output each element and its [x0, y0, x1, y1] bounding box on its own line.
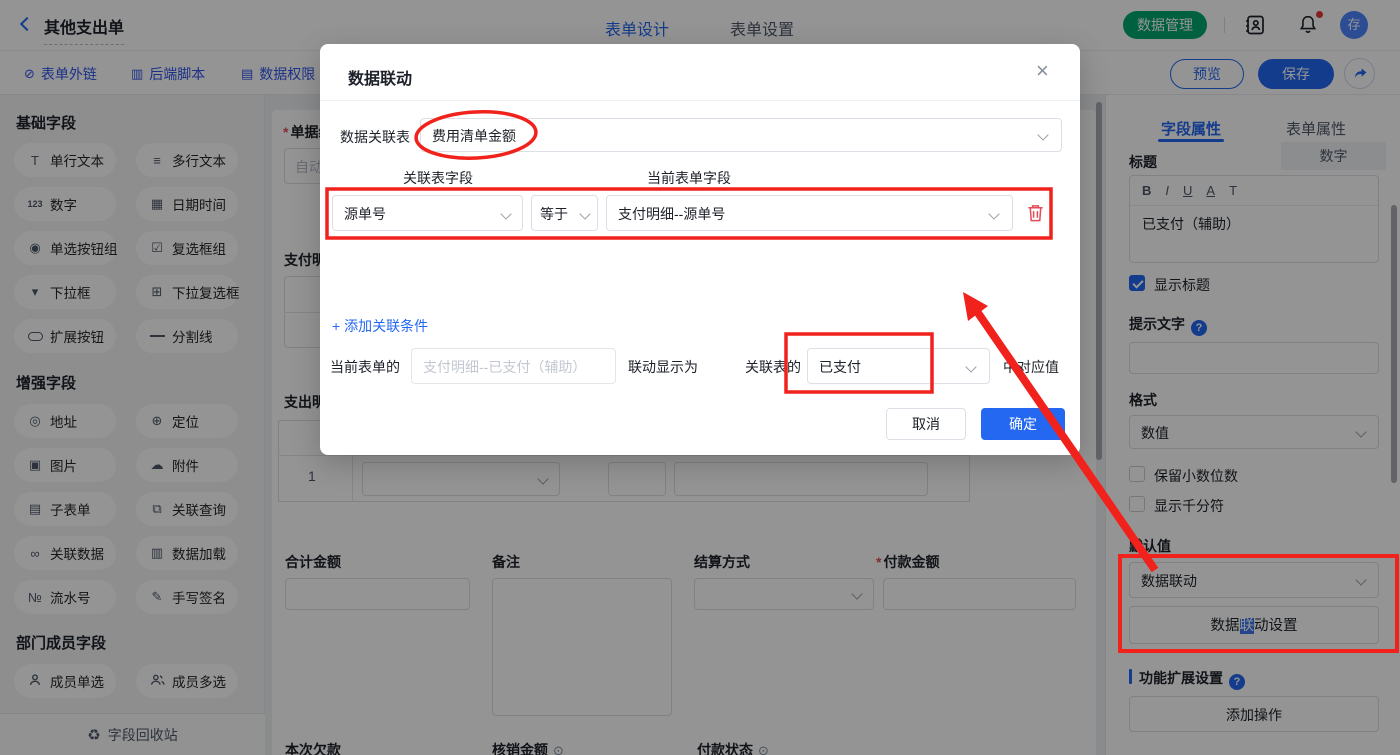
rel-table-select[interactable]: 费用清单金额 — [420, 118, 1062, 152]
cancel-button[interactable]: 取消 — [886, 408, 966, 440]
modal-title: 数据联动 — [348, 71, 413, 88]
rel-table-value: 费用清单金额 — [432, 128, 516, 144]
delete-condition-icon[interactable] — [1026, 203, 1045, 226]
add-condition-link[interactable]: + 添加关联条件 — [332, 316, 428, 336]
rel-table-of-label: 关联表的 — [745, 359, 801, 375]
corresponding-value-label: 中对应值 — [1003, 359, 1059, 375]
form-designer-app: 其他支出单 表单设计 表单设置 数据管理 存 ⊘ 表单外链 ▥ 后端脚本 ▤ 数… — [0, 0, 1400, 755]
column-header-rel-field: 关联表字段 — [403, 170, 473, 186]
close-icon[interactable]: × — [1036, 60, 1049, 82]
current-form-field-input: 支付明细--已支付（辅助） — [411, 348, 616, 384]
data-linkage-modal: 数据联动 × 数据关联表 费用清单金额 关联表字段 当前表单字段 源单号 等于 … — [320, 44, 1080, 455]
current-form-of-label: 当前表单的 — [330, 359, 400, 375]
condition-field-select[interactable]: 源单号 — [332, 195, 523, 231]
condition-target-select[interactable]: 支付明细--源单号 — [606, 195, 1013, 231]
rel-table-label: 数据关联表 — [340, 129, 410, 145]
column-header-current-field: 当前表单字段 — [647, 170, 731, 186]
modal-divider — [320, 100, 1080, 101]
plus-icon: + — [332, 318, 341, 334]
display-as-label: 联动显示为 — [628, 359, 698, 375]
confirm-button[interactable]: 确定 — [981, 408, 1065, 440]
linked-field-select[interactable]: 已支付 — [807, 348, 990, 384]
condition-operator-select[interactable]: 等于 — [531, 195, 598, 231]
